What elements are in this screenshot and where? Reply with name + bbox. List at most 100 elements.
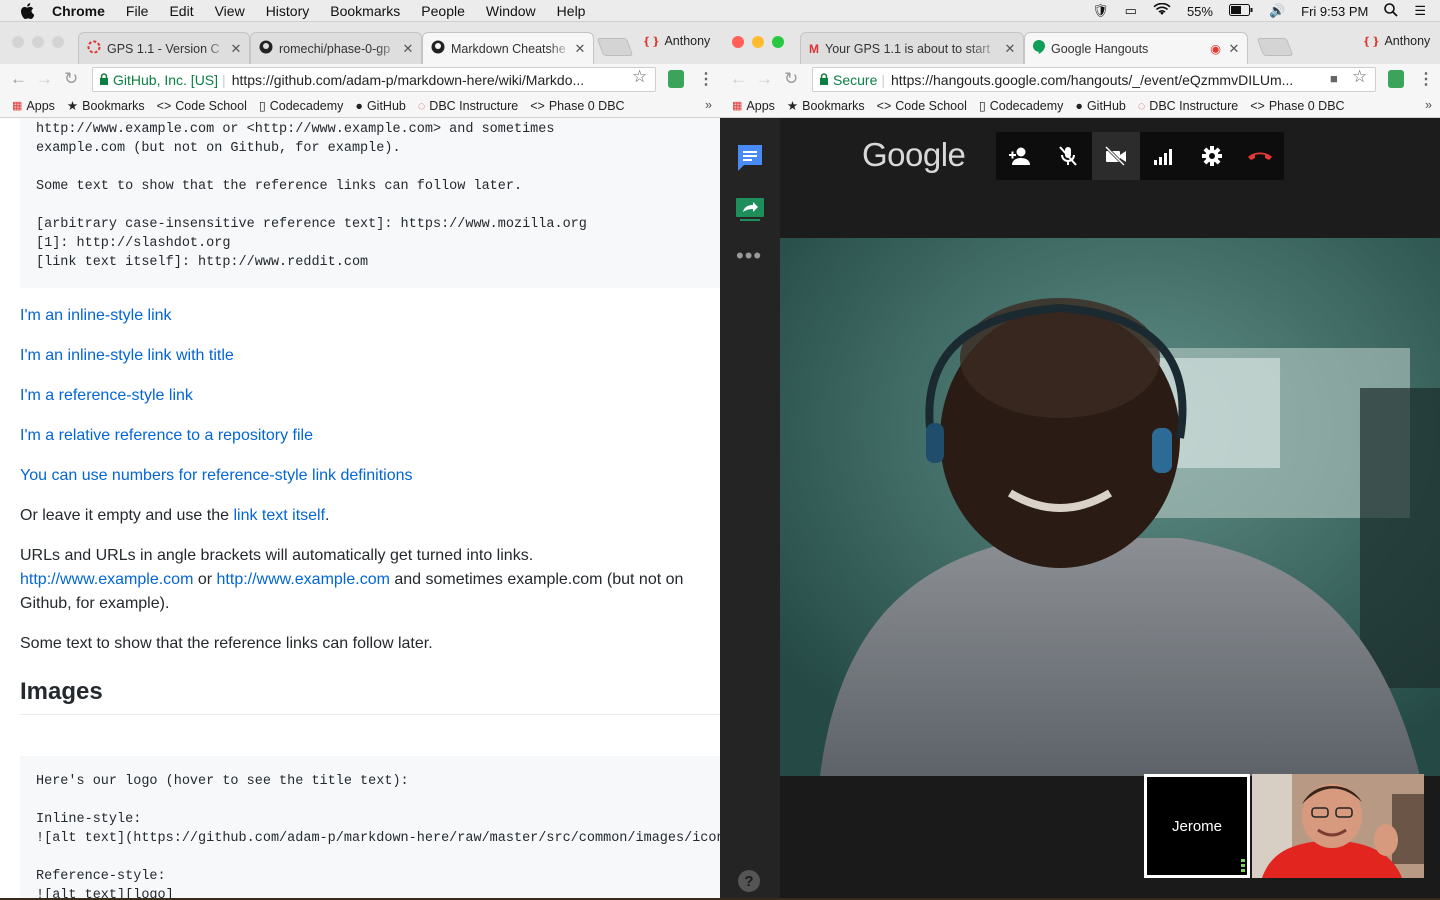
minimize-window-button[interactable] bbox=[32, 36, 44, 48]
shield-icon[interactable]: 🛡 bbox=[1092, 3, 1109, 19]
tab-google-hangouts[interactable]: Google Hangouts ◉ ✕ bbox=[1024, 32, 1248, 64]
camera-permission-icon[interactable]: ■ bbox=[1330, 71, 1338, 86]
tab-gps[interactable]: GPS 1.1 - Version C ✕ bbox=[78, 32, 250, 64]
more-bookmarks-icon[interactable]: » bbox=[1425, 98, 1432, 112]
close-window-button[interactable] bbox=[732, 36, 744, 48]
menu-people[interactable]: People bbox=[421, 3, 465, 19]
camera-toggle-button[interactable] bbox=[1092, 132, 1140, 180]
right-browser-window: M Your GPS 1.1 is about to start ✕ Googl… bbox=[720, 22, 1440, 898]
chrome-menu-icon[interactable]: ⋮ bbox=[1418, 69, 1434, 89]
airplay-icon[interactable]: ▭ bbox=[1125, 3, 1137, 19]
instructure-icon: ◌ bbox=[1137, 98, 1146, 113]
extension-icon[interactable] bbox=[1388, 70, 1404, 88]
inline-link[interactable]: I'm an inline-style link bbox=[20, 307, 172, 324]
profile-icon: ❴❵ bbox=[1362, 35, 1381, 48]
tab-markdown-cheatsheet[interactable]: Markdown Cheatshe ✕ bbox=[422, 32, 594, 64]
close-tab-icon[interactable]: ✕ bbox=[1003, 41, 1017, 57]
bookmark-dbc-instructure[interactable]: ◌ DBC Instructure bbox=[1138, 99, 1238, 113]
bookmark-bookmarks[interactable]: ★ Bookmarks bbox=[67, 98, 145, 114]
close-tab-icon[interactable]: ✕ bbox=[1227, 41, 1241, 57]
screenshare-icon[interactable] bbox=[736, 198, 764, 227]
profile-button[interactable]: ❴❵ Anthony bbox=[1362, 34, 1430, 48]
menu-edit[interactable]: Edit bbox=[169, 3, 193, 19]
bookmark-apps[interactable]: ▦ Apps bbox=[732, 99, 775, 113]
close-tab-icon[interactable]: ✕ bbox=[573, 41, 587, 57]
example-url-link[interactable]: http://www.example.com bbox=[20, 571, 193, 588]
bookmark-github[interactable]: ● GitHub bbox=[1075, 99, 1125, 113]
menu-file[interactable]: File bbox=[126, 3, 149, 19]
reload-icon[interactable]: ↻ bbox=[784, 70, 798, 87]
bookmark-code-school[interactable]: <> Code School bbox=[877, 99, 967, 113]
more-apps-icon[interactable]: ••• bbox=[736, 245, 762, 267]
clock[interactable]: Fri 9:53 PM bbox=[1301, 4, 1368, 19]
numbered-reference-link[interactable]: You can use numbers for reference-style … bbox=[20, 467, 413, 484]
back-icon[interactable]: ← bbox=[730, 70, 747, 87]
link-text-itself[interactable]: link text itself bbox=[233, 507, 325, 524]
bookmark-codecademy[interactable]: ▯ Codecademy bbox=[978, 98, 1064, 114]
menu-help[interactable]: Help bbox=[557, 3, 586, 19]
close-tab-icon[interactable]: ✕ bbox=[401, 41, 415, 57]
chrome-menu-icon[interactable]: ⋮ bbox=[698, 69, 714, 89]
menu-view[interactable]: View bbox=[215, 3, 245, 19]
bookmark-bookmarks[interactable]: ★ Bookmarks bbox=[786, 98, 865, 114]
zoom-window-button[interactable] bbox=[52, 36, 64, 48]
close-tab-icon[interactable]: ✕ bbox=[229, 41, 243, 57]
new-tab-button[interactable] bbox=[596, 38, 634, 56]
spotlight-search-icon[interactable] bbox=[1384, 2, 1398, 20]
menu-app-name[interactable]: Chrome bbox=[52, 3, 105, 19]
paragraph: I'm an inline-style link with title bbox=[20, 344, 714, 368]
address-bar[interactable]: Secure | https://hangouts.google.com/han… bbox=[812, 67, 1376, 92]
volume-icon[interactable]: 🔊 bbox=[1269, 3, 1285, 19]
bookmark-phase0[interactable]: <> Phase 0 DBC bbox=[530, 99, 624, 113]
site-identity: Secure bbox=[833, 71, 878, 88]
codecademy-icon: ▯ bbox=[978, 99, 986, 113]
bookmark-star-icon[interactable]: ☆ bbox=[632, 67, 647, 87]
participant-thumbnail-jerome[interactable]: Jerome bbox=[1144, 774, 1250, 878]
mute-mic-button[interactable] bbox=[1044, 132, 1092, 180]
star-icon: ★ bbox=[786, 99, 799, 113]
bookmark-phase0[interactable]: <> Phase 0 DBC bbox=[1250, 99, 1344, 113]
apps-grid-icon: ▦ bbox=[12, 100, 23, 112]
extension-icon[interactable] bbox=[668, 70, 684, 88]
relative-reference-link[interactable]: I'm a relative reference to a repository… bbox=[20, 427, 313, 444]
bookmark-codecademy[interactable]: ▯ Codecademy bbox=[258, 98, 344, 114]
wifi-icon[interactable] bbox=[1153, 2, 1171, 19]
example-url-link-angle[interactable]: http://www.example.com bbox=[217, 571, 390, 588]
forward-icon[interactable]: → bbox=[756, 70, 773, 87]
bookmark-code-school[interactable]: <> Code School bbox=[157, 99, 247, 113]
battery-icon[interactable] bbox=[1228, 3, 1253, 19]
chat-icon[interactable] bbox=[737, 144, 763, 177]
menu-bookmarks[interactable]: Bookmarks bbox=[330, 3, 400, 19]
self-video-thumbnail[interactable] bbox=[1252, 774, 1424, 878]
reload-icon[interactable]: ↻ bbox=[64, 70, 78, 87]
minimize-window-button[interactable] bbox=[752, 36, 764, 48]
notification-center-icon[interactable]: ☰ bbox=[1414, 3, 1426, 19]
invite-people-button[interactable] bbox=[996, 132, 1044, 180]
tab-gmail[interactable]: M Your GPS 1.1 is about to start ✕ bbox=[800, 32, 1024, 64]
profile-button[interactable]: ❴❵ Anthony bbox=[642, 34, 710, 48]
inline-link-with-title[interactable]: I'm an inline-style link with title bbox=[20, 347, 234, 364]
forward-icon[interactable]: → bbox=[36, 70, 53, 87]
bookmark-github[interactable]: ● GitHub bbox=[355, 99, 405, 113]
more-bookmarks-icon[interactable]: » bbox=[705, 98, 712, 112]
menu-window[interactable]: Window bbox=[486, 3, 536, 19]
settings-button[interactable] bbox=[1188, 132, 1236, 180]
audio-level-icon bbox=[1241, 859, 1245, 873]
tab-romechi[interactable]: romechi/phase-0-gp ✕ bbox=[250, 32, 422, 64]
menu-history[interactable]: History bbox=[266, 3, 310, 19]
bookmark-apps[interactable]: ▦ Apps bbox=[12, 99, 55, 113]
apple-icon[interactable] bbox=[20, 2, 34, 19]
close-window-button[interactable] bbox=[12, 36, 24, 48]
codecademy-icon: ▯ bbox=[258, 99, 266, 113]
reference-link[interactable]: I'm a reference-style link bbox=[20, 387, 193, 404]
address-bar[interactable]: GitHub, Inc. [US] | https://github.com/a… bbox=[92, 67, 656, 92]
url-text: https://hangouts.google.com/hangouts/_/e… bbox=[891, 71, 1294, 88]
help-icon[interactable]: ? bbox=[738, 870, 760, 892]
bookmark-dbc-instructure[interactable]: ◌ DBC Instructure bbox=[418, 99, 518, 113]
bookmark-star-icon[interactable]: ☆ bbox=[1352, 67, 1367, 87]
back-icon[interactable]: ← bbox=[10, 70, 27, 87]
new-tab-button[interactable] bbox=[1256, 38, 1294, 56]
hang-up-button[interactable] bbox=[1236, 132, 1284, 180]
zoom-window-button[interactable] bbox=[772, 36, 784, 48]
bandwidth-button[interactable] bbox=[1140, 132, 1188, 180]
